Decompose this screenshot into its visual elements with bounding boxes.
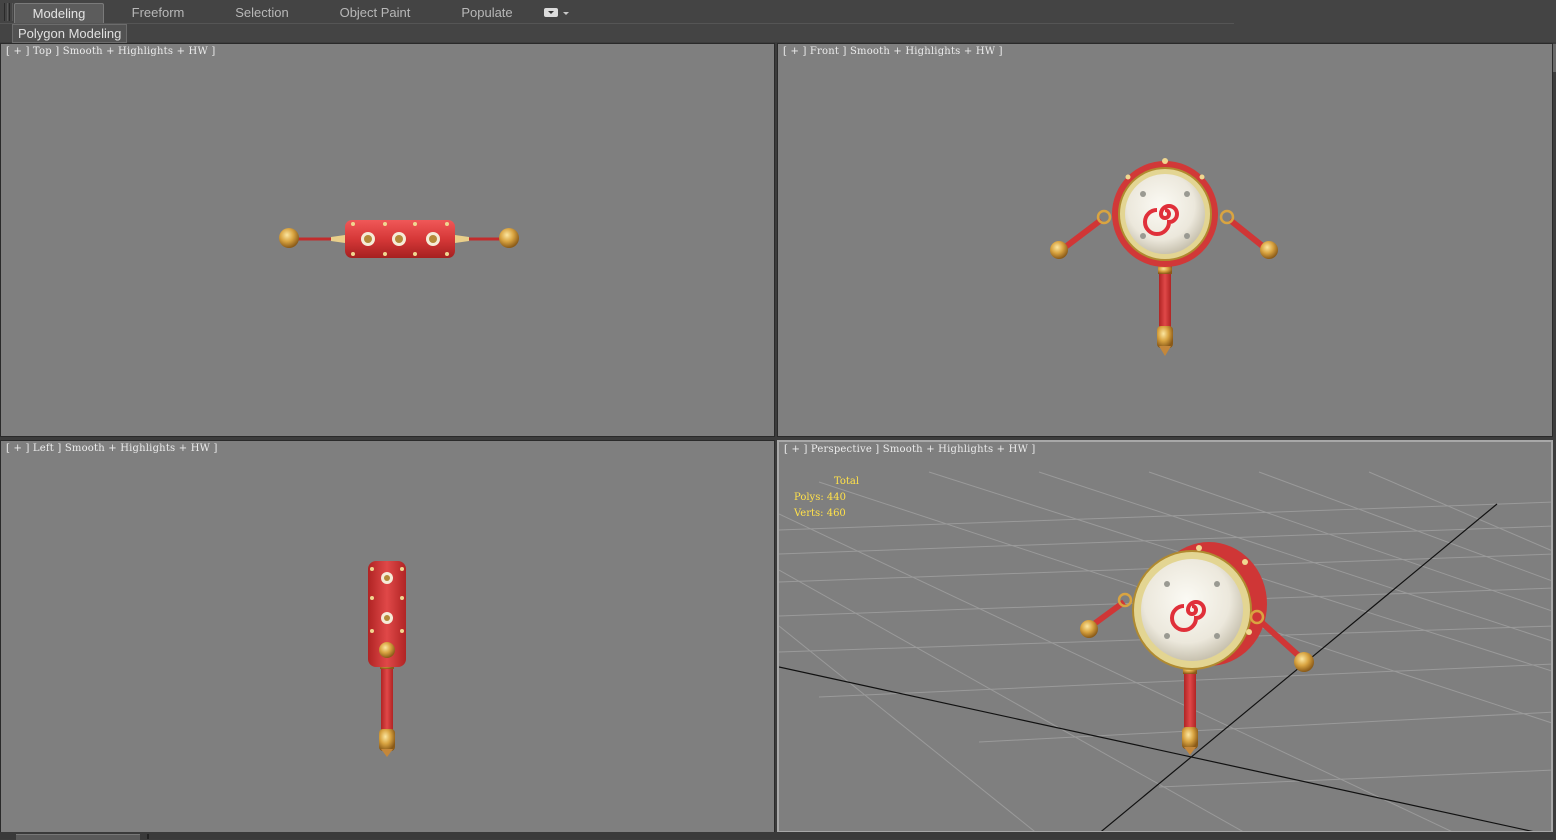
polygon-modeling-panel[interactable]: Polygon Modeling bbox=[12, 24, 128, 43]
ribbon-grip[interactable] bbox=[4, 3, 8, 21]
tab-object-paint[interactable]: Object Paint bbox=[330, 3, 420, 23]
viewport-top[interactable]: [ + ] Top ] Smooth + Highlights + HW ] bbox=[0, 43, 775, 437]
stats-verts: Verts: 460 bbox=[794, 508, 846, 519]
stats-polys: Polys: 440 bbox=[794, 492, 846, 503]
tab-populate[interactable]: Populate bbox=[452, 3, 522, 23]
stats-title: Total bbox=[834, 476, 860, 487]
ribbon-grip[interactable] bbox=[9, 3, 13, 21]
chevron-down-icon[interactable] bbox=[563, 12, 569, 15]
ribbon-bar: Modeling Freeform Selection Object Paint… bbox=[0, 0, 1556, 25]
front-view-model bbox=[1050, 158, 1278, 356]
tab-modeling[interactable]: Modeling bbox=[14, 3, 104, 23]
tab-selection[interactable]: Selection bbox=[222, 3, 302, 23]
viewport-label[interactable]: [ + ] Perspective ] Smooth + Highlights … bbox=[784, 444, 1036, 455]
ribbon-panel-bar: Polygon Modeling bbox=[0, 24, 1556, 43]
ribbon-options-icon[interactable] bbox=[544, 8, 558, 17]
status-bar bbox=[0, 832, 1556, 839]
status-divider bbox=[147, 834, 149, 839]
viewport-front[interactable]: [ + ] Front ] Smooth + Highlights + HW ] bbox=[777, 43, 1553, 437]
left-view-model bbox=[368, 561, 406, 757]
top-view-model bbox=[279, 220, 519, 258]
status-bar-tab[interactable] bbox=[16, 834, 140, 840]
tab-freeform[interactable]: Freeform bbox=[118, 3, 198, 23]
perspective-view-model bbox=[779, 471, 1551, 831]
viewport-perspective[interactable]: [ + ] Perspective ] Smooth + Highlights … bbox=[777, 440, 1553, 833]
viewport-left[interactable]: [ + ] Left ] Smooth + Highlights + HW ] bbox=[0, 440, 775, 833]
